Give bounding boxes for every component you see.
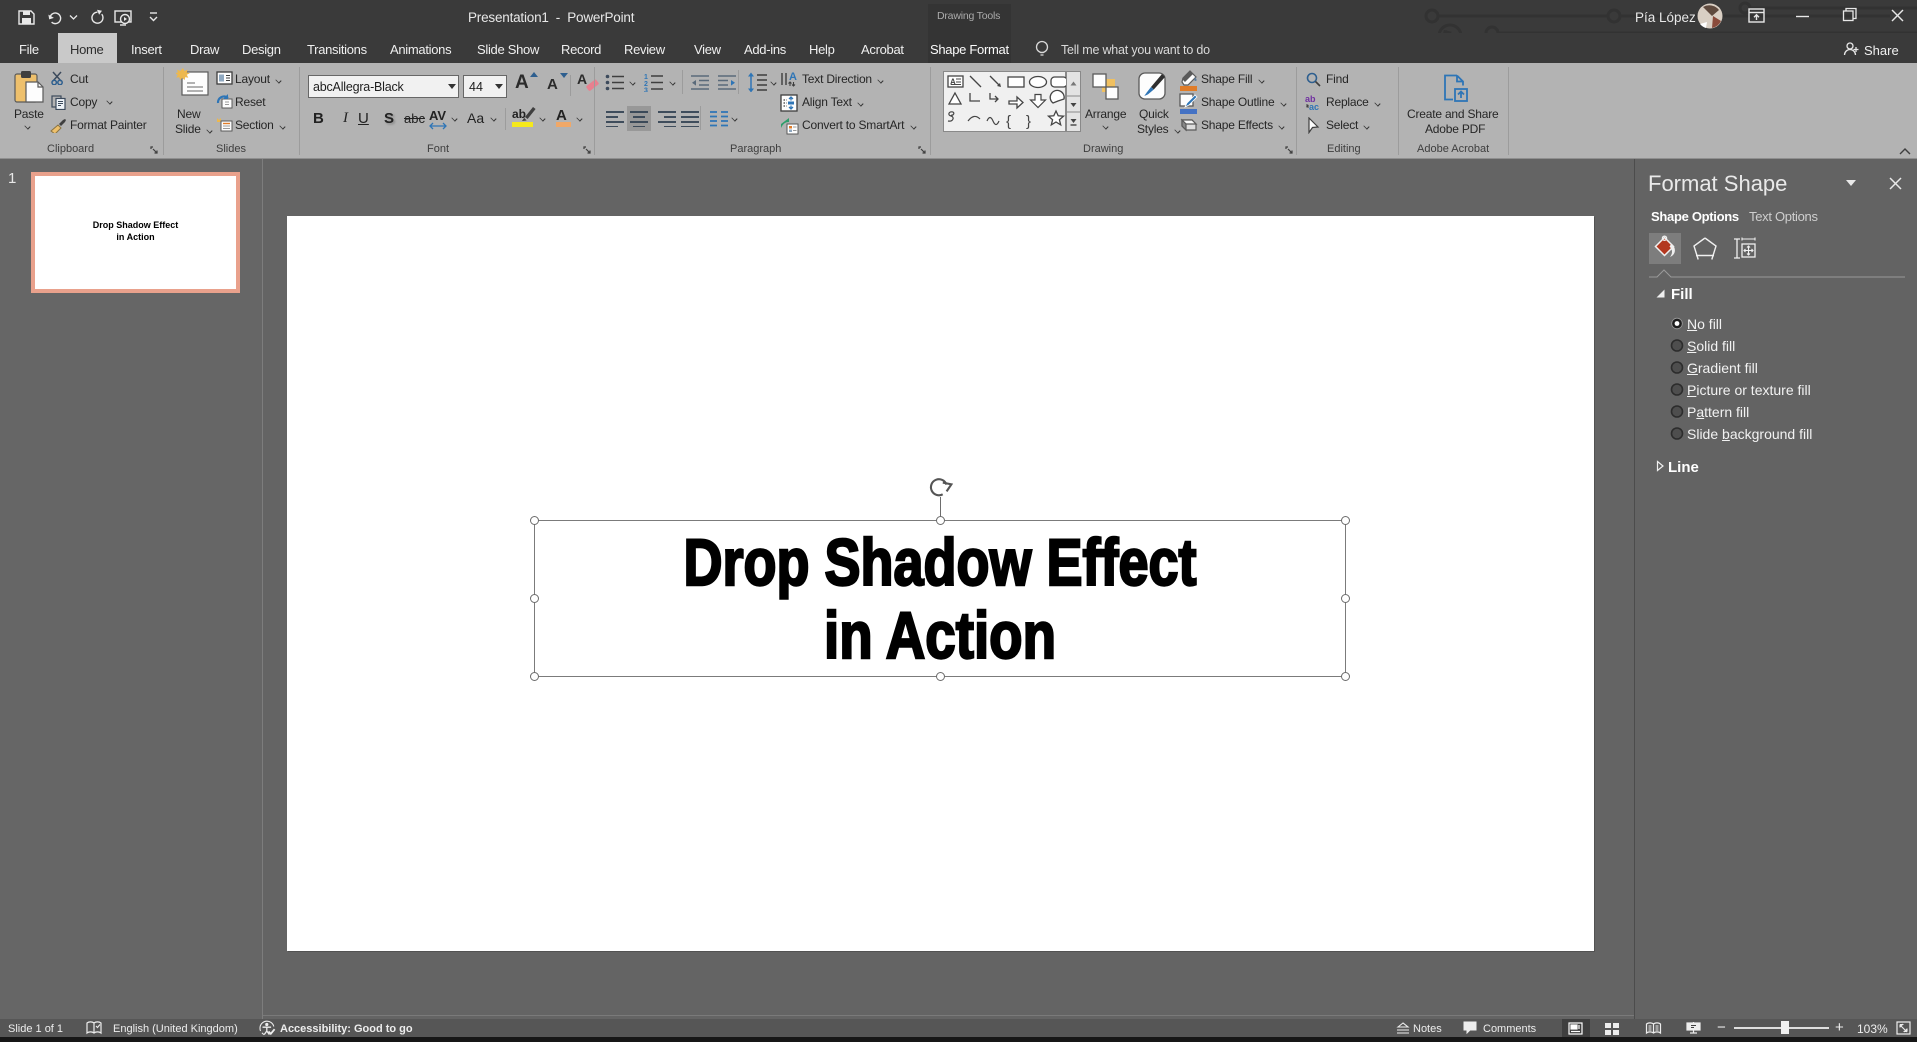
svg-text:ac: ac xyxy=(1309,102,1319,111)
svg-text:{: { xyxy=(1006,113,1011,130)
svg-text:A: A xyxy=(789,71,797,83)
svg-text:A: A xyxy=(950,78,956,87)
svg-text:3: 3 xyxy=(644,88,648,93)
svg-text:1: 1 xyxy=(644,74,648,81)
svg-text:}: } xyxy=(1026,113,1031,130)
